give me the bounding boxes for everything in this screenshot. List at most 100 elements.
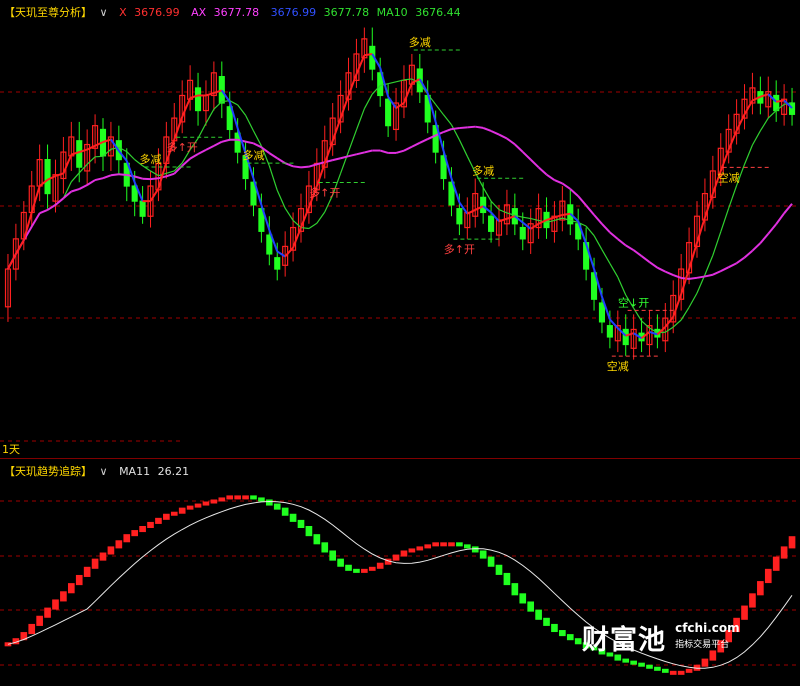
ma10-line <box>609 263 619 278</box>
ma10-line <box>458 139 468 157</box>
x-line <box>181 97 192 118</box>
trend-bar <box>527 601 535 612</box>
ma10-line <box>641 320 650 329</box>
trend-bar <box>535 609 542 620</box>
ax-line <box>205 145 215 151</box>
trend-bar <box>559 630 566 637</box>
trend-bar <box>321 542 329 553</box>
ma10-line <box>213 101 223 110</box>
candle <box>218 76 225 104</box>
trend-bar <box>463 544 471 549</box>
ax-line <box>268 152 278 160</box>
ma10-line <box>490 200 500 211</box>
trend-bar <box>646 664 653 669</box>
ax-label: AX <box>191 6 207 19</box>
ax-line <box>110 173 119 177</box>
trend-bar <box>329 550 337 561</box>
trend-bar <box>91 558 99 569</box>
trend-bar <box>638 662 645 667</box>
candle <box>456 208 463 225</box>
ma10-line <box>435 104 445 116</box>
trend-bar <box>289 513 297 522</box>
ax-line <box>181 157 191 167</box>
ax-line <box>71 188 80 193</box>
chevron-down-icon[interactable]: ∨ <box>100 6 108 19</box>
ma10-line <box>672 319 682 328</box>
ma10-line <box>767 110 777 119</box>
ax-line <box>118 173 127 176</box>
ax-line <box>617 238 627 247</box>
ax-line <box>688 276 698 280</box>
x-line <box>776 99 785 103</box>
ax-line <box>482 126 492 132</box>
ax-line <box>166 172 175 178</box>
main-chart[interactable]: 多减 多减多减多减多↑开多↑开多↑开空↓开空减空减 <box>0 0 800 458</box>
trend-bar <box>147 521 154 528</box>
x-line <box>562 212 571 216</box>
main-chart-panel[interactable]: 多减 多减 多减 多减 多↑开 多↑开 多↑开 空↓开 空减 空减 【天玑至尊分析】 ∨ X 36… <box>0 0 800 459</box>
signal-label: 空减 <box>718 170 740 184</box>
ax-line <box>332 157 341 162</box>
ma10-line <box>316 211 326 224</box>
ax-line <box>411 141 421 148</box>
ma10-line <box>70 172 80 183</box>
trend-bar <box>250 495 257 500</box>
ma10-indicator: MA10 3676.44 <box>377 6 465 19</box>
trend-bar <box>131 530 139 537</box>
x-line <box>55 172 64 177</box>
ma10-line <box>347 129 358 152</box>
candle <box>788 102 796 115</box>
x-line <box>680 268 691 295</box>
ax-line <box>419 138 429 144</box>
trend-bar <box>170 511 178 516</box>
trend-bar <box>368 566 376 571</box>
trend-bar <box>456 542 463 547</box>
ax-line <box>506 137 516 146</box>
x-line <box>743 100 754 115</box>
trend-bar <box>788 536 796 549</box>
sub-chart-title[interactable]: 【天玑趋势追踪】 <box>4 465 92 478</box>
candle <box>139 200 146 217</box>
x-line <box>554 214 563 219</box>
trend-bar <box>574 638 582 645</box>
candle <box>488 215 495 232</box>
trend-bar <box>661 668 669 673</box>
ax-line <box>640 255 651 263</box>
main-chart-title[interactable]: 【天玑至尊分析】 <box>4 6 92 19</box>
signal-label: 多减 <box>242 148 264 162</box>
ma10-line <box>387 81 397 85</box>
x-line <box>300 207 310 228</box>
ma10-line <box>522 216 531 220</box>
ma10-line <box>403 78 412 81</box>
watermark-right: cfchi.com 指标交易平台 <box>675 621 740 650</box>
x-line <box>276 250 286 258</box>
candle <box>773 94 780 112</box>
ma10-line <box>166 170 175 174</box>
trend-bar <box>503 572 511 586</box>
x-line <box>672 293 683 318</box>
ax-line <box>554 179 563 185</box>
ma10-line <box>617 276 627 296</box>
ma10-line <box>688 292 698 308</box>
x-line <box>149 188 160 202</box>
ax-line <box>743 249 754 259</box>
watermark-brand: 财富池 <box>582 625 666 656</box>
x-line <box>331 117 342 142</box>
trend-bar <box>178 507 186 514</box>
ax-line <box>783 203 793 214</box>
trend-bar <box>115 540 123 549</box>
signal-label: 多减 <box>409 35 431 49</box>
ax-line <box>633 249 643 257</box>
ax-line <box>308 163 318 168</box>
ma10-line <box>197 123 207 139</box>
chevron-down-icon[interactable]: ∨ <box>100 465 108 478</box>
signal-label: 多↑开 <box>167 140 198 154</box>
ax-line <box>284 162 294 168</box>
trend-bar <box>361 568 368 573</box>
trend-bar <box>519 593 527 604</box>
x-line <box>62 154 73 174</box>
trend-bar <box>432 542 439 547</box>
ma10-line <box>126 151 136 161</box>
trend-bar <box>392 554 400 561</box>
trend-bar <box>741 605 748 620</box>
